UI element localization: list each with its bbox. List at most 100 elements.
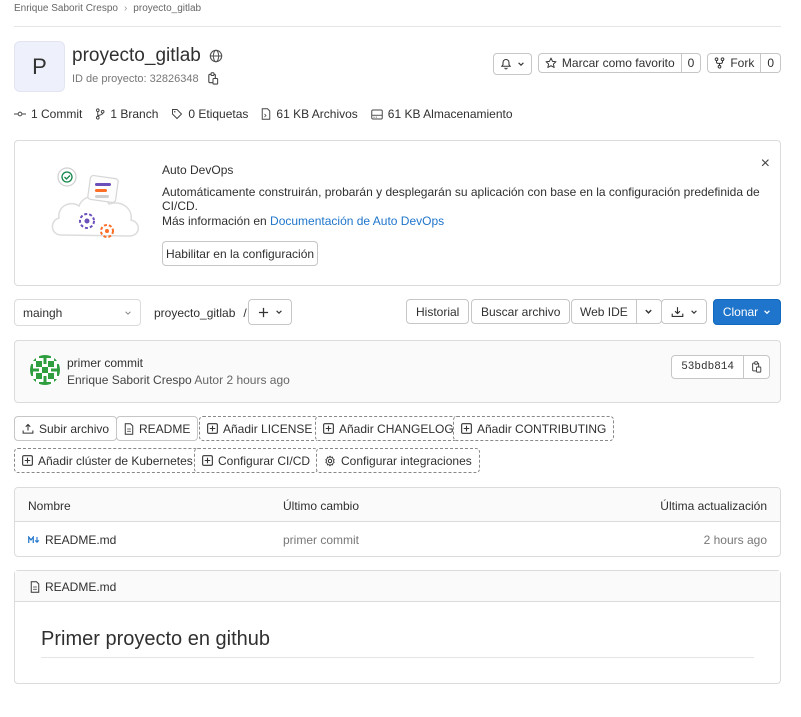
star-label: Marcar como favorito [561, 56, 675, 70]
chevron-right-icon: › [123, 3, 128, 14]
file-name[interactable]: README.md [45, 533, 116, 547]
fork-button-group: Fork 0 [707, 53, 781, 75]
stat-storage[interactable]: 61 KB Almacenamiento [371, 107, 513, 121]
project-title-row: proyecto_gitlab [72, 45, 223, 67]
path-separator: / [243, 306, 247, 320]
stat-branches[interactable]: 1 Branch [95, 107, 158, 121]
readme-header-title: README.md [30, 580, 116, 594]
file-last-commit[interactable]: primer commit [283, 533, 359, 547]
web-ide-button[interactable]: Web IDE [571, 299, 637, 324]
branch-icon [95, 108, 105, 120]
stat-commits-label: 1 Commit [31, 107, 83, 121]
readme-label: README [139, 421, 191, 436]
column-header-name: Nombre [28, 499, 71, 513]
project-id-row: ID de proyecto: 32826348 [72, 72, 219, 85]
tag-icon [171, 108, 183, 120]
stat-files-label: 61 KB Archivos [276, 107, 358, 121]
readme-filename[interactable]: README.md [45, 580, 116, 594]
breadcrumb-project[interactable]: proyecto_gitlab [133, 3, 201, 14]
column-header-last-update: Última actualización [660, 499, 767, 513]
commit-sha[interactable]: 53bdb814 [671, 355, 744, 379]
table-row[interactable]: README.md [28, 533, 116, 547]
clone-label: Clonar [722, 305, 759, 319]
add-contributing-button[interactable]: Añadir CONTRIBUTING [453, 416, 615, 441]
project-stats: 1 Commit 1 Branch 0 Etiquetas 61 KB Arch… [14, 107, 513, 121]
plus-square-icon [323, 423, 334, 434]
repo-path: proyecto_gitlab / [154, 306, 247, 320]
chevron-down-icon [763, 308, 771, 316]
download-icon [671, 306, 684, 318]
commit-icon [14, 109, 26, 119]
chevron-down-icon [644, 307, 653, 316]
stat-branches-label: 1 Branch [110, 107, 159, 121]
plus-square-icon [202, 455, 213, 466]
commit-author[interactable]: Enrique Saborit Crespo [67, 373, 192, 387]
notification-dropdown[interactable] [492, 53, 532, 75]
header-actions: Marcar como favorito 0 Fork 0 [492, 53, 781, 75]
stat-tags[interactable]: 0 Etiquetas [171, 107, 248, 121]
copy-icon[interactable] [207, 72, 219, 85]
upload-icon [22, 423, 34, 435]
fork-button[interactable]: Fork [707, 53, 762, 73]
history-button[interactable]: Historial [406, 299, 470, 324]
configure-integrations-label: Configurar integraciones [341, 453, 472, 468]
find-file-button[interactable]: Buscar archivo [471, 299, 571, 324]
commit-author-role: Autor [194, 373, 224, 387]
configure-integrations-button[interactable]: Configurar integraciones [316, 448, 480, 473]
star-count[interactable]: 0 [681, 53, 702, 73]
chevron-down-icon [517, 60, 525, 68]
commit-message[interactable]: primer commit [67, 356, 143, 370]
breadcrumb-user[interactable]: Enrique Saborit Crespo [14, 3, 118, 14]
add-to-tree-dropdown[interactable] [248, 299, 292, 325]
stat-commits[interactable]: 1 Commit [14, 107, 82, 121]
auto-devops-banner: Auto DevOps Automáticamente construirán,… [14, 140, 781, 286]
configure-cicd-button[interactable]: Configurar CI/CD [194, 448, 319, 473]
web-ide-dropdown[interactable] [636, 299, 662, 324]
readme-button[interactable]: README [116, 416, 199, 441]
upload-label: Subir archivo [39, 421, 110, 436]
project-avatar: P [14, 41, 65, 92]
add-license-label: Añadir LICENSE [223, 421, 313, 436]
add-kubernetes-label: Añadir clúster de Kubernetes [38, 453, 193, 468]
file-last-update: 2 hours ago [703, 533, 767, 547]
devops-title: Auto DevOps [162, 163, 234, 177]
devops-docs-link[interactable]: Documentación de Auto DevOps [270, 214, 444, 228]
readme-panel: README.md Primer proyecto en github [14, 570, 781, 684]
add-contributing-label: Añadir CONTRIBUTING [477, 421, 607, 436]
enable-devops-button[interactable]: Habilitar en la configuración [162, 241, 318, 266]
devops-more-info: Más información en Documentación de Auto… [162, 214, 444, 228]
add-license-button[interactable]: Añadir LICENSE [199, 416, 321, 441]
path-root[interactable]: proyecto_gitlab [154, 306, 235, 320]
chevron-down-icon [690, 308, 698, 316]
document-icon [124, 422, 134, 435]
copy-icon [751, 361, 762, 373]
commit-sha-group: 53bdb814 [671, 355, 770, 379]
avatar[interactable] [30, 355, 60, 385]
settings-icon [324, 455, 336, 467]
fork-count[interactable]: 0 [761, 53, 781, 73]
download-dropdown[interactable] [661, 299, 707, 324]
readme-header [15, 571, 780, 602]
add-kubernetes-cluster-button[interactable]: Añadir clúster de Kubernetes [14, 448, 201, 473]
upload-file-button[interactable]: Subir archivo [14, 416, 118, 441]
branch-name: maingh [23, 305, 63, 320]
clone-dropdown[interactable]: Clonar [713, 299, 781, 325]
fork-label: Fork [730, 56, 755, 70]
devops-illustration [47, 157, 143, 251]
stat-storage-label: 61 KB Almacenamiento [387, 107, 513, 121]
copy-sha-button[interactable] [744, 355, 770, 379]
star-icon [545, 57, 557, 69]
stat-tags-label: 0 Etiquetas [188, 107, 249, 121]
chevron-down-icon [275, 308, 283, 316]
stat-files[interactable]: 61 KB Archivos [261, 107, 358, 121]
breadcrumb: Enrique Saborit Crespo › proyecto_gitlab [14, 3, 201, 14]
star-button-group: Marcar como favorito 0 [537, 53, 702, 75]
close-icon[interactable]: × [761, 155, 770, 173]
add-changelog-button[interactable]: Añadir CHANGELOG [315, 416, 462, 441]
commit-meta: Enrique Saborit Crespo Autor 2 hours ago [67, 373, 290, 387]
devops-more-prefix: Más información en [162, 214, 271, 228]
configure-cicd-label: Configurar CI/CD [218, 453, 311, 468]
add-changelog-label: Añadir CHANGELOG [339, 421, 454, 436]
branch-selector[interactable]: maingh [14, 299, 141, 326]
star-button[interactable]: Marcar como favorito [537, 53, 682, 73]
